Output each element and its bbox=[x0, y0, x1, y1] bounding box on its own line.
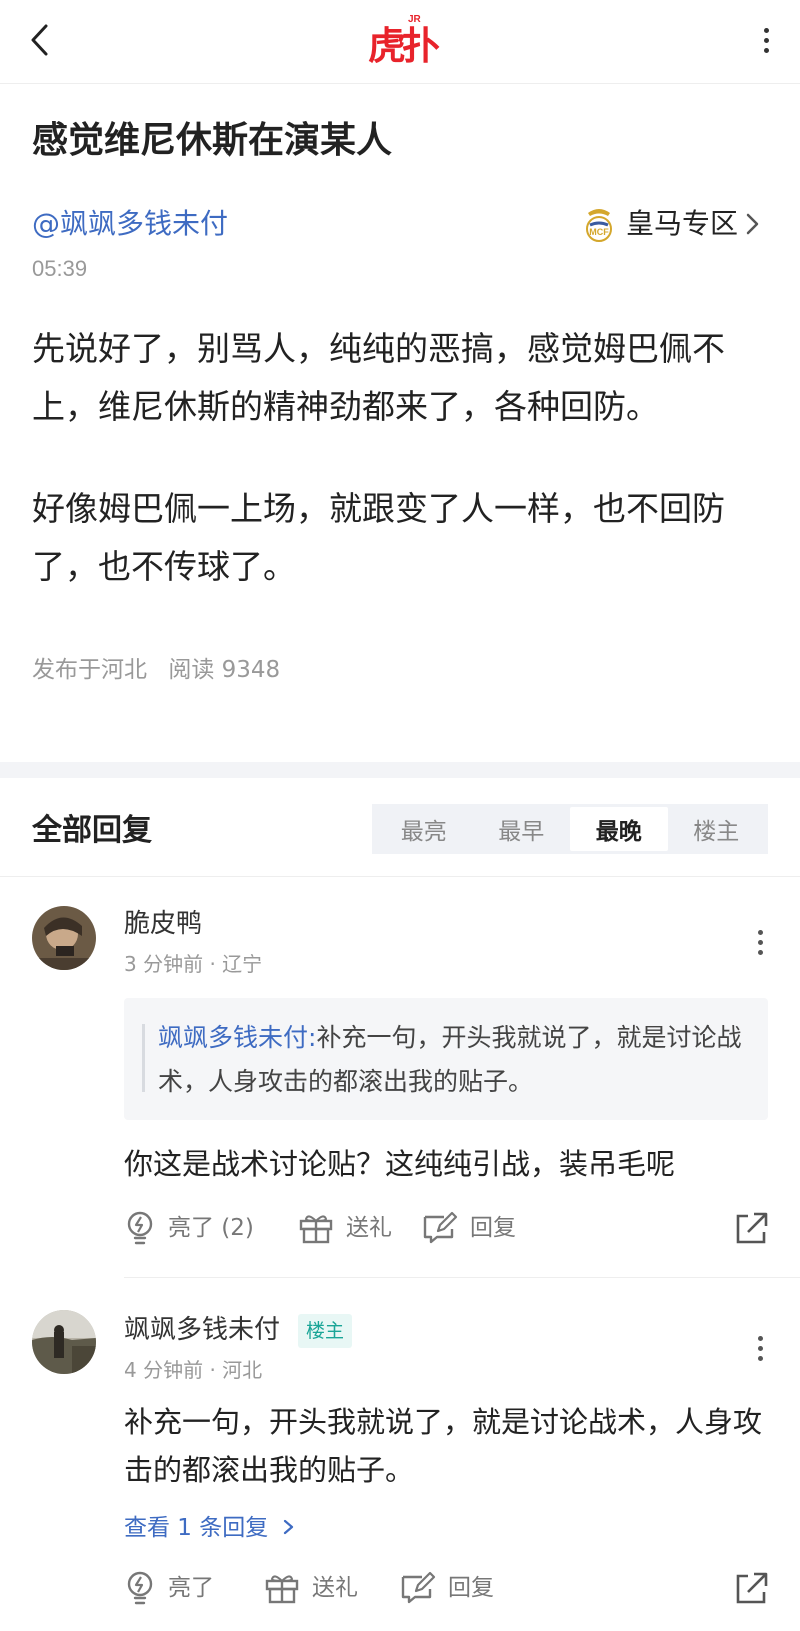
tab-op-only[interactable]: 楼主 bbox=[668, 807, 766, 851]
reply-edit-icon bbox=[423, 1211, 458, 1244]
reply-text: 你这是战术讨论贴？这纯纯引战，装吊毛呢 bbox=[124, 1147, 676, 1181]
hupu-logo: JR 虎扑 bbox=[368, 14, 440, 68]
chevron-right-icon bbox=[746, 213, 759, 235]
divider bbox=[0, 876, 800, 877]
quote-text: 飒飒多钱未付:补充一句，开头我就说了，就是讨论战术，人身攻击的都滚出我的贴子。 bbox=[158, 1016, 748, 1104]
lightbulb-icon bbox=[127, 1571, 153, 1605]
reply-meta: 4 分钟前 · 河北 bbox=[124, 1358, 263, 1382]
reply-meta: 3 分钟前 · 辽宁 bbox=[124, 952, 263, 976]
avatar[interactable] bbox=[32, 1310, 96, 1374]
real-madrid-crest-icon: MCF bbox=[585, 209, 612, 242]
divider bbox=[124, 1277, 800, 1278]
replies-header: 全部回复 bbox=[32, 813, 152, 848]
reply-button[interactable]: 回复 bbox=[422, 1206, 516, 1250]
gift-button[interactable]: 送礼 bbox=[298, 1206, 392, 1250]
share-icon[interactable] bbox=[734, 1210, 770, 1246]
post-time: 05:39 bbox=[32, 256, 88, 281]
zone-label: 皇马专区 bbox=[625, 207, 738, 240]
back-button[interactable] bbox=[22, 18, 58, 62]
like-label: 亮了 bbox=[168, 1575, 214, 1601]
reply-text: 补充一句，开头我就说了，就是讨论战术，人身攻击的都滚出我的贴子。 bbox=[124, 1405, 763, 1487]
reply-button[interactable]: 回复 bbox=[400, 1566, 494, 1610]
zone-link[interactable]: MCF 皇马专区 bbox=[582, 202, 762, 246]
gift-button[interactable]: 送礼 bbox=[264, 1566, 358, 1610]
lightbulb-icon bbox=[127, 1211, 153, 1245]
svg-text:MCF: MCF bbox=[589, 227, 609, 237]
section-divider bbox=[0, 762, 800, 778]
post-title: 感觉维尼休斯在演某人 bbox=[32, 120, 393, 161]
post-paragraph: 好像姆巴佩一上场，就跟变了人一样，也不回防了，也不传球了。 bbox=[32, 489, 725, 586]
reply-actions: 亮了 (2) 送礼 回复 bbox=[124, 1206, 770, 1250]
top-nav-bar: JR 虎扑 bbox=[0, 0, 800, 84]
reply-label: 回复 bbox=[470, 1215, 516, 1241]
reply-more-button[interactable] bbox=[748, 922, 772, 962]
reply-username[interactable]: 飒飒多钱未付 bbox=[124, 1312, 280, 1348]
reply-edit-icon bbox=[401, 1571, 436, 1604]
share-icon[interactable] bbox=[734, 1570, 770, 1606]
vertical-dots-icon bbox=[757, 929, 763, 935]
post-location: 发布于河北 bbox=[32, 657, 147, 683]
user-avatar-image bbox=[32, 1310, 96, 1374]
reply-actions: 亮了 送礼 回复 bbox=[124, 1566, 770, 1610]
reply-sort-tabs: 最亮 最早 最晚 楼主 bbox=[372, 804, 768, 854]
gift-icon bbox=[265, 1575, 299, 1604]
avatar[interactable] bbox=[32, 906, 96, 970]
user-avatar-image bbox=[32, 906, 96, 970]
gift-label: 送礼 bbox=[346, 1215, 392, 1241]
chevron-right-icon bbox=[283, 1519, 293, 1535]
tab-brightest[interactable]: 最亮 bbox=[375, 807, 473, 851]
view-replies-label: 查看 1 条回复 bbox=[124, 1515, 269, 1541]
quote-bar bbox=[142, 1024, 145, 1092]
reply-username[interactable]: 脆皮鸭 bbox=[124, 906, 202, 942]
tab-earliest[interactable]: 最早 bbox=[473, 807, 571, 851]
like-button[interactable]: 亮了 (2) bbox=[124, 1206, 254, 1250]
reply-label: 回复 bbox=[448, 1575, 494, 1601]
gift-icon bbox=[299, 1215, 333, 1244]
post-paragraph: 先说好了，别骂人，纯纯的恶搞，感觉姆巴佩不上，维尼休斯的精神劲都来了，各种回防。 bbox=[32, 329, 725, 426]
like-label: 亮了 (2) bbox=[168, 1215, 254, 1241]
view-replies-link[interactable]: 查看 1 条回复 bbox=[124, 1512, 296, 1544]
more-options-button[interactable] bbox=[754, 22, 778, 58]
chevron-left-icon bbox=[31, 24, 48, 56]
tab-latest[interactable]: 最晚 bbox=[570, 807, 668, 851]
vertical-dots-icon bbox=[757, 1335, 763, 1341]
post-author-link[interactable]: @飒飒多钱未付 bbox=[32, 204, 228, 244]
post-meta: 发布于河北 阅读 9348 bbox=[32, 654, 294, 686]
post-reads: 阅读 9348 bbox=[168, 657, 281, 683]
quote-author[interactable]: 飒飒多钱未付: bbox=[158, 1023, 316, 1052]
op-badge: 楼主 bbox=[298, 1314, 353, 1348]
quoted-reply[interactable]: 飒飒多钱未付:补充一句，开头我就说了，就是讨论战术，人身攻击的都滚出我的贴子。 bbox=[124, 998, 768, 1120]
reply-more-button[interactable] bbox=[748, 1328, 772, 1368]
like-button[interactable]: 亮了 bbox=[124, 1566, 214, 1610]
gift-label: 送礼 bbox=[312, 1575, 358, 1601]
vertical-dots-icon bbox=[763, 27, 769, 33]
